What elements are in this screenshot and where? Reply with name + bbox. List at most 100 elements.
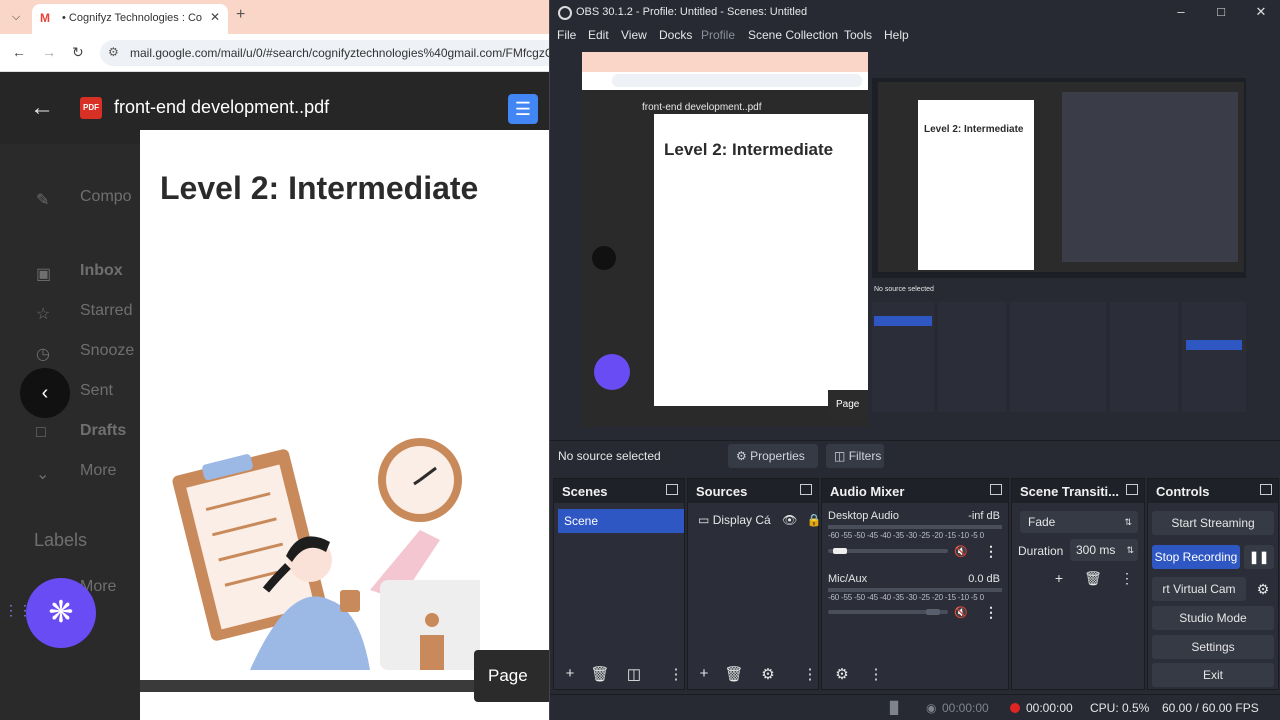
preview-pdf-heading: Level 2: Intermediate (664, 140, 834, 159)
clock-icon: ◷ (36, 346, 50, 363)
desktop-audio-scale: -60 -55 -50 -45 -40 -35 -30 -25 -20 -15 … (828, 531, 984, 540)
filters-button[interactable]: ◫ Filters (826, 444, 884, 468)
add-scene-icon[interactable]: + (560, 665, 580, 682)
page-label: Page (488, 666, 528, 685)
eye-icon[interactable]: 👁 (782, 513, 797, 527)
site-info-icon[interactable]: ⚙ (108, 45, 119, 59)
file-icon: □ (36, 424, 46, 441)
preview-canvas[interactable]: Level 2: Intermediate front-end developm… (582, 52, 1248, 427)
menu-edit[interactable]: Edit (588, 28, 609, 42)
start-streaming-button[interactable]: Start Streaming (1152, 511, 1274, 535)
menu-scene-collection[interactable]: Scene Collection (748, 28, 838, 42)
minimize-icon[interactable]: – (1166, 4, 1196, 19)
audio-mixer-header: Audio Mixer (822, 479, 1008, 503)
undock-icon[interactable] (800, 484, 812, 495)
preview-nested-heading: Level 2: Intermediate (924, 124, 1024, 135)
desktop-audio-slider-knob[interactable] (833, 548, 848, 554)
url-text: mail.google.com/mail/u/0/#search/cognify… (130, 46, 555, 60)
kebab-menu-icon[interactable]: ⋮ (666, 665, 686, 683)
google-docs-icon[interactable]: ☰ (508, 94, 538, 124)
new-tab-button[interactable]: + (236, 6, 245, 24)
speaker-muted-icon[interactable]: 🔇 (954, 545, 968, 558)
remove-source-icon[interactable]: 🗑 (724, 665, 744, 683)
menu-file[interactable]: File (557, 28, 576, 42)
kebab-menu-icon[interactable]: ⋮ (1116, 567, 1138, 589)
browser-tab-gmail[interactable]: M • Cognifyz Technologies : Cong ✕ (32, 4, 228, 34)
undock-icon[interactable] (990, 484, 1002, 495)
studio-mode-button[interactable]: Studio Mode (1152, 606, 1274, 630)
gmail-inbox[interactable]: Inbox (80, 262, 123, 280)
back-arrow-icon[interactable]: ← (30, 94, 54, 122)
menu-view[interactable]: View (621, 28, 647, 42)
undock-icon[interactable] (1126, 484, 1138, 495)
gmail-drafts[interactable]: Drafts (80, 422, 126, 440)
kebab-menu-icon[interactable]: ⋮ (984, 604, 998, 621)
remove-scene-icon[interactable]: 🗑 (590, 665, 610, 683)
kebab-menu-icon[interactable]: ⋮ (800, 665, 820, 683)
monitor-icon: ▭ (698, 513, 710, 527)
pdf-heading: Level 2: Intermediate (160, 170, 479, 206)
menu-profile[interactable]: Profile (701, 28, 735, 42)
mic-aux-slider-knob[interactable] (925, 609, 940, 615)
prev-page-button[interactable]: ‹ (20, 368, 70, 418)
menu-docks[interactable]: Docks (659, 28, 692, 42)
mic-aux-slider[interactable] (828, 609, 948, 615)
controls-title: Controls (1156, 484, 1210, 499)
reload-icon[interactable]: ↻ (72, 44, 84, 61)
desktop-audio-slider[interactable] (828, 548, 948, 554)
properties-button[interactable]: ⚙ Properties (728, 444, 818, 468)
status-bar: ▉ ◉ 00:00:00 00:00:00 CPU: 0.5% 60.00 / … (550, 694, 1280, 720)
source-name: Display Cá (712, 513, 771, 527)
undock-icon[interactable] (666, 484, 678, 495)
obs-titlebar: OBS 30.1.2 - Profile: Untitled - Scenes:… (550, 0, 1280, 26)
exit-button[interactable]: Exit (1152, 663, 1274, 687)
star-icon: ☆ (36, 306, 51, 323)
add-transition-icon[interactable]: + (1048, 567, 1070, 589)
speaker-muted-icon[interactable]: 🔇 (954, 606, 968, 619)
gmail-compose[interactable]: Compo (80, 188, 132, 206)
settings-button[interactable]: Settings (1152, 635, 1274, 659)
tab-search-icon[interactable]: ⌵ (6, 8, 26, 26)
maximize-icon[interactable]: □ (1206, 4, 1236, 19)
gear-icon: ⚙ (736, 449, 747, 463)
gear-icon[interactable]: ⚙ (1252, 577, 1274, 601)
advanced-audio-icon[interactable]: ⚙ (832, 665, 852, 683)
gmail-more[interactable]: More (80, 462, 116, 480)
kebab-menu-icon[interactable]: ⋮ (866, 665, 886, 683)
close-icon[interactable]: ✕ (210, 10, 220, 24)
kebab-menu-icon[interactable]: ⋮ (984, 543, 998, 560)
add-source-icon[interactable]: + (694, 665, 714, 682)
close-window-icon[interactable]: ✕ (1246, 4, 1276, 20)
assistant-fab-button[interactable]: ❋ (26, 578, 96, 648)
source-list-item[interactable]: ▭ Display Cá 👁 🔒 (698, 513, 822, 527)
forward-icon[interactable]: → (42, 44, 56, 60)
gmail-starred[interactable]: Starred (80, 302, 132, 320)
pdf-file-icon: PDF (80, 97, 102, 119)
scenes-footer: + 🗑 ◫ ⋮ (554, 659, 684, 689)
desktop-audio-meter (828, 525, 1002, 529)
browser-toolbar: ← → ↻ ⚙ mail.google.com/mail/u/0/#search… (0, 34, 560, 72)
pause-recording-icon[interactable]: ❚❚ (1244, 545, 1274, 569)
stop-recording-button[interactable]: Stop Recording (1152, 545, 1240, 569)
virtual-cam-button[interactable]: rt Virtual Cam (1152, 577, 1246, 601)
duration-value: 300 ms (1076, 543, 1116, 557)
undock-icon[interactable] (1260, 484, 1272, 495)
duration-label: Duration (1018, 544, 1064, 558)
lock-icon[interactable]: 🔒 (807, 513, 822, 527)
duration-input[interactable]: 300 ms ⇅ (1070, 539, 1138, 561)
scene-filters-icon[interactable]: ◫ (624, 665, 644, 683)
remove-transition-icon[interactable]: 🗑 (1082, 567, 1104, 589)
scene-list-item[interactable]: Scene (558, 509, 684, 533)
transition-select[interactable]: Fade ⇅ (1020, 511, 1138, 533)
address-bar[interactable]: ⚙ mail.google.com/mail/u/0/#search/cogni… (100, 40, 560, 66)
menu-tools[interactable]: Tools (844, 28, 872, 42)
gmail-sent[interactable]: Sent (80, 382, 113, 400)
menu-help[interactable]: Help (884, 28, 909, 42)
scenes-title: Scenes (562, 484, 608, 499)
spin-arrows-icon[interactable]: ⇅ (1126, 539, 1134, 561)
spin-arrows-icon: ⇅ (1124, 517, 1132, 527)
gmail-snoozed[interactable]: Snooze (80, 342, 134, 360)
sources-dock-header: Sources (688, 479, 818, 503)
source-properties-icon[interactable]: ⚙ (758, 665, 778, 683)
back-icon[interactable]: ← (12, 44, 26, 60)
